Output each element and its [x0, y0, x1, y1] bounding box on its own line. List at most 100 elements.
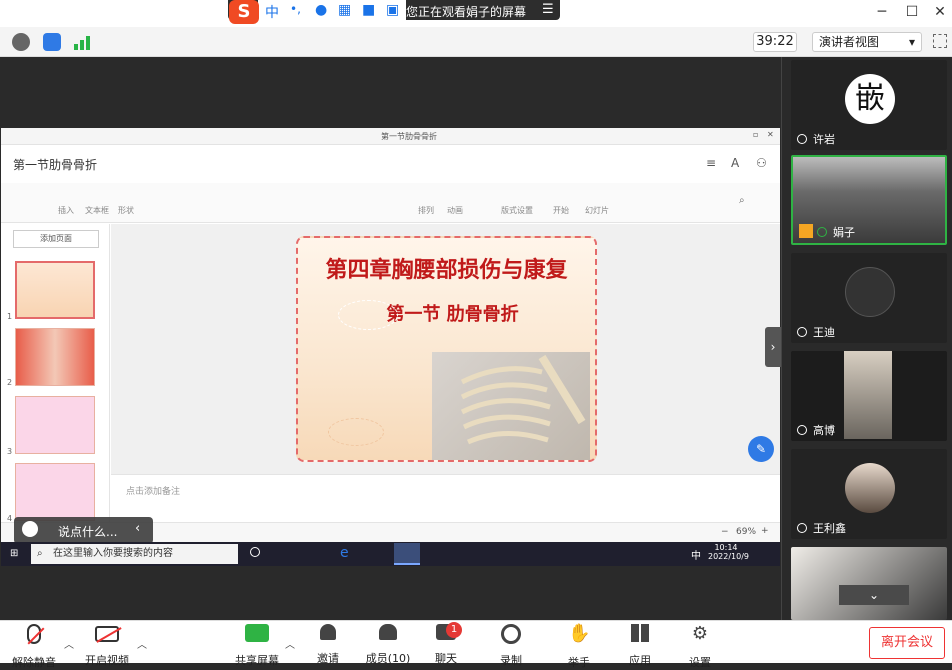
ppt-window-titlebar: 第一节肋骨骨折 ▫ ✕ — [1, 128, 780, 145]
members-button[interactable]: 成员(10) — [359, 624, 417, 666]
settings-button[interactable]: ⚙ 设置 — [672, 624, 728, 670]
decorative-ellipse — [338, 300, 398, 330]
taskbar-clock[interactable]: 10:14 2022/10/9 — [708, 543, 749, 561]
mic-icon — [817, 227, 827, 237]
close-icon[interactable]: ✕ — [930, 4, 950, 22]
slide-thumbnail-3[interactable] — [15, 396, 95, 454]
decorative-ellipse — [328, 418, 384, 446]
raise-hand-button[interactable]: ✋ 举手 — [551, 624, 607, 670]
ppt-close-icon[interactable]: ✕ — [767, 130, 774, 139]
participant-tile[interactable]: 王利鑫 — [791, 449, 947, 539]
chat-placeholder: 说点什么... — [58, 525, 118, 539]
zoom-out-icon[interactable]: − — [721, 527, 729, 537]
ribbon-textbox[interactable]: 文本框 — [85, 205, 109, 216]
current-slide[interactable]: 第四章胸腰部损伤与康复 第一节 肋骨骨折 — [296, 236, 597, 462]
settings-label: 设置 — [689, 656, 711, 669]
taskbar-lang[interactable]: 中 — [691, 547, 701, 562]
windows-start-icon[interactable]: ⊞ — [10, 548, 22, 560]
ppt-font-icon[interactable]: A — [731, 156, 739, 170]
unmute-label: 解除静音 — [12, 656, 56, 669]
slide-thumbnail-2[interactable] — [15, 328, 95, 386]
share-menu-icon[interactable]: ☰ — [542, 2, 554, 17]
fullscreen-icon[interactable] — [933, 34, 947, 48]
share-screen-label: 共享屏幕 — [235, 654, 279, 667]
slide-thumbnail-4[interactable] — [15, 463, 95, 521]
ribbon-arrange[interactable]: 排列 — [418, 205, 434, 216]
participant-tile-active[interactable]: 娟子 — [791, 155, 947, 245]
participant-tile[interactable]: ⌄ — [791, 547, 947, 620]
microphone-icon[interactable]: ● — [315, 2, 327, 18]
skin-icon[interactable]: ■ — [362, 2, 375, 18]
ppt-ribbon: 插入 文本框 形状 排列 动画 版式设置 开始 幻灯片 ⌕ — [1, 183, 780, 223]
avatar — [845, 267, 895, 317]
participant-tile[interactable]: 嵌 许岩 — [791, 60, 947, 150]
ppt-menu-icon[interactable]: ≡ — [706, 156, 716, 170]
apps-button[interactable]: 应用 — [612, 624, 668, 668]
ribbon-slides[interactable]: 幻灯片 — [585, 205, 609, 216]
panel-toggle-chevron-icon[interactable]: › — [765, 327, 781, 367]
record-button[interactable]: 录制 — [483, 624, 539, 668]
minimize-icon[interactable]: ─ — [872, 4, 892, 22]
muted-mic-icon — [27, 624, 45, 645]
ie-browser-icon[interactable]: e — [340, 545, 349, 561]
record-label: 录制 — [500, 654, 522, 667]
toolbox-icon[interactable]: ▣ — [386, 2, 399, 18]
zoom-level: 69% — [736, 527, 757, 537]
collapse-chat-icon[interactable]: ‹ — [135, 521, 140, 536]
leave-meeting-button[interactable]: 离开会议 — [869, 627, 945, 659]
ribbon-start[interactable]: 开始 — [553, 205, 569, 216]
gear-icon: ⚙ — [691, 623, 709, 644]
ppt-share-icon[interactable]: ⚇ — [756, 156, 767, 170]
unmute-button[interactable]: 解除静音 — [6, 624, 62, 670]
chevron-up-icon[interactable]: ︿ — [64, 636, 74, 651]
chevron-up-icon[interactable]: ︿ — [285, 636, 295, 651]
zoom-in-icon[interactable]: + — [761, 526, 769, 536]
chevron-up-icon[interactable]: ︿ — [137, 636, 147, 651]
keyboard-icon[interactable]: ▦ — [338, 2, 351, 18]
participant-tile[interactable]: 高博 — [791, 351, 947, 441]
scroll-down-icon[interactable]: ⌄ — [839, 585, 909, 605]
ribbon-insert[interactable]: 插入 — [58, 205, 74, 216]
ppt-search-icon[interactable]: ⌕ — [739, 195, 745, 206]
muted-mic-icon — [797, 425, 807, 435]
apps-label: 应用 — [629, 654, 651, 667]
start-video-button[interactable]: 开启视频 — [79, 624, 135, 668]
taskbar-time: 10:14 — [714, 543, 738, 552]
slide-title: 第四章胸腰部损伤与康复 — [325, 257, 568, 283]
sogou-ime-icon[interactable]: S — [229, 0, 259, 24]
signal-strength-icon[interactable] — [74, 34, 90, 50]
members-icon — [379, 624, 397, 640]
notes-pane[interactable] — [111, 474, 780, 522]
punctuation-icon[interactable]: •, — [290, 2, 301, 16]
cortana-icon[interactable] — [250, 547, 260, 557]
view-mode-dropdown[interactable]: 演讲者视图 ▾ — [812, 32, 922, 52]
add-page-dropdown[interactable]: 添加页面 — [13, 230, 99, 248]
maximize-icon[interactable]: ☐ — [902, 4, 922, 22]
ppt-window-title: 第一节肋骨骨折 — [381, 132, 437, 141]
participant-tile[interactable]: 王迪 — [791, 253, 947, 343]
ribbon-animation[interactable]: 动画 — [447, 205, 463, 216]
chat-unread-badge: 1 — [446, 622, 462, 638]
add-notes-placeholder: 点击添加备注 — [126, 487, 181, 497]
ribbon-layout[interactable]: 版式设置 — [501, 205, 533, 216]
ribbon-shape[interactable]: 形状 — [118, 205, 134, 216]
taskbar-search-input[interactable]: ⌕ 在这里输入你要搜索的内容 — [31, 544, 238, 564]
ppt-maximize-icon[interactable]: ▫ — [753, 130, 758, 139]
participant-name: 王利鑫 — [813, 522, 846, 535]
ime-lang-indicator[interactable]: 中 — [265, 2, 279, 22]
quick-chat-input[interactable]: 说点什么... ‹ — [14, 517, 153, 544]
annotate-icon[interactable]: ✎ — [748, 436, 774, 462]
emoji-icon[interactable] — [22, 521, 38, 537]
invite-button[interactable]: 邀请 — [300, 624, 356, 666]
video-off-icon — [95, 626, 122, 643]
chat-label: 聊天 — [435, 652, 457, 665]
meeting-app-taskbar-icon[interactable] — [394, 543, 420, 565]
view-mode-label: 演讲者视图 — [819, 35, 880, 49]
chevron-down-icon: ▾ — [908, 35, 915, 49]
share-screen-button[interactable]: 共享屏幕 — [229, 624, 285, 668]
slide-thumbnail-1[interactable] — [15, 261, 95, 319]
security-shield-icon[interactable] — [43, 33, 61, 51]
info-icon[interactable] — [12, 33, 30, 51]
apps-grid-icon — [631, 624, 649, 642]
search-icon: ⌕ — [37, 548, 43, 559]
